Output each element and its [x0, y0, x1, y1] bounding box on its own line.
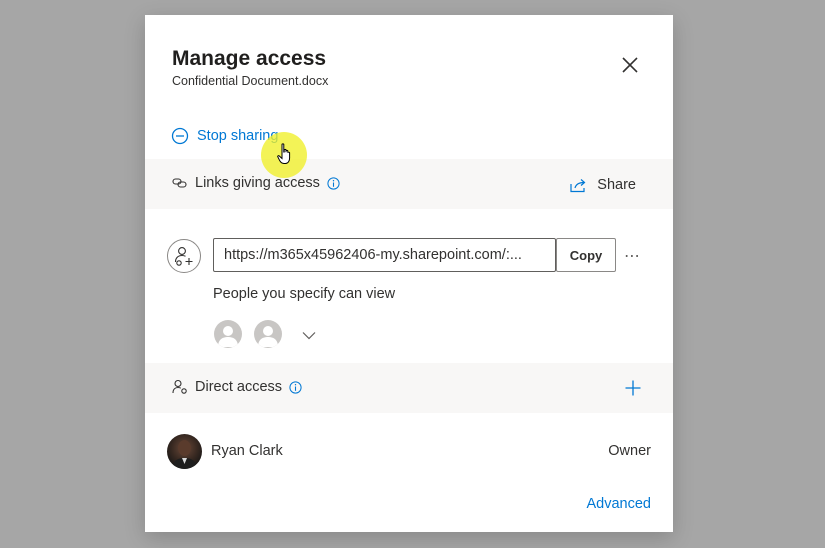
share-icon	[570, 178, 586, 192]
links-section-title: Links giving access	[172, 175, 340, 191]
advanced-link[interactable]: Advanced	[587, 496, 652, 512]
copy-link-button[interactable]: Copy	[556, 238, 616, 272]
plus-icon	[625, 380, 641, 396]
user-icon	[258, 326, 278, 347]
close-button[interactable]	[618, 53, 642, 77]
person-settings-icon	[172, 379, 187, 394]
direct-access-label: Direct access	[195, 379, 283, 395]
person-name: Ryan Clark	[211, 443, 283, 459]
add-direct-access-button[interactable]	[624, 379, 642, 397]
people-link-icon	[174, 247, 193, 266]
mouse-cursor	[277, 143, 293, 170]
info-icon[interactable]	[327, 176, 340, 190]
manage-access-dialog: Manage access Confidential Document.docx…	[145, 15, 673, 532]
avatar[interactable]	[167, 434, 202, 469]
share-button[interactable]: Share	[570, 177, 636, 193]
minus-circle-icon	[171, 127, 189, 145]
close-icon	[622, 57, 638, 73]
sharing-link-field[interactable]: https://m365x45962406-my.sharepoint.com/…	[213, 238, 556, 272]
pointer-hand-icon	[277, 143, 291, 164]
specific-people-link-icon	[167, 239, 201, 273]
user-icon	[218, 326, 238, 347]
expand-recipients-button[interactable]	[302, 327, 316, 345]
recipient-avatar[interactable]	[214, 320, 242, 348]
more-options-button[interactable]: ⋯	[624, 246, 641, 266]
user-photo-icon	[172, 440, 197, 469]
direct-access-title: Direct access	[172, 379, 302, 395]
link-permission-description: People you specify can view	[213, 286, 396, 302]
stop-sharing-button[interactable]: Stop sharing	[171, 127, 278, 145]
recipient-avatar[interactable]	[254, 320, 282, 348]
links-section-label: Links giving access	[195, 175, 320, 191]
share-label: Share	[597, 177, 636, 193]
dialog-title: Manage access	[172, 47, 327, 70]
person-role: Owner	[608, 443, 651, 459]
info-icon[interactable]	[289, 380, 302, 394]
chevron-down-icon	[302, 332, 316, 340]
document-name: Confidential Document.docx	[172, 74, 329, 88]
link-icon	[172, 178, 187, 188]
